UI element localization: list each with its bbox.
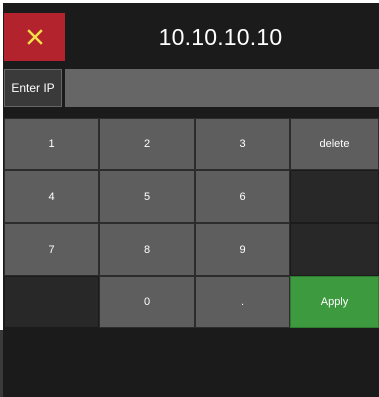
key-7[interactable]: 7 <box>4 223 99 276</box>
enter-ip-label: Enter IP <box>4 69 62 107</box>
key-1[interactable]: 1 <box>4 118 99 170</box>
close-button[interactable] <box>4 13 65 61</box>
key-6[interactable]: 6 <box>195 170 290 223</box>
key-2[interactable]: 2 <box>99 118 195 170</box>
ip-address-title: 10.10.10.10 <box>158 23 283 50</box>
blank-key <box>290 223 379 276</box>
ip-entry-row: Enter IP <box>4 69 379 107</box>
blank-key <box>290 170 379 223</box>
close-icon <box>26 29 43 45</box>
ip-input[interactable] <box>65 69 379 107</box>
keypad: 1 2 3 delete 4 5 6 7 8 9 0 . Apply <box>4 118 379 328</box>
key-4[interactable]: 4 <box>4 170 99 223</box>
blank-key <box>4 276 99 328</box>
key-9[interactable]: 9 <box>195 223 290 276</box>
key-8[interactable]: 8 <box>99 223 195 276</box>
key-5[interactable]: 5 <box>99 170 195 223</box>
key-0[interactable]: 0 <box>99 276 195 328</box>
apply-button[interactable]: Apply <box>290 276 379 328</box>
key-3[interactable]: 3 <box>195 118 290 170</box>
delete-button[interactable]: delete <box>290 118 379 170</box>
key-dot[interactable]: . <box>195 276 290 328</box>
